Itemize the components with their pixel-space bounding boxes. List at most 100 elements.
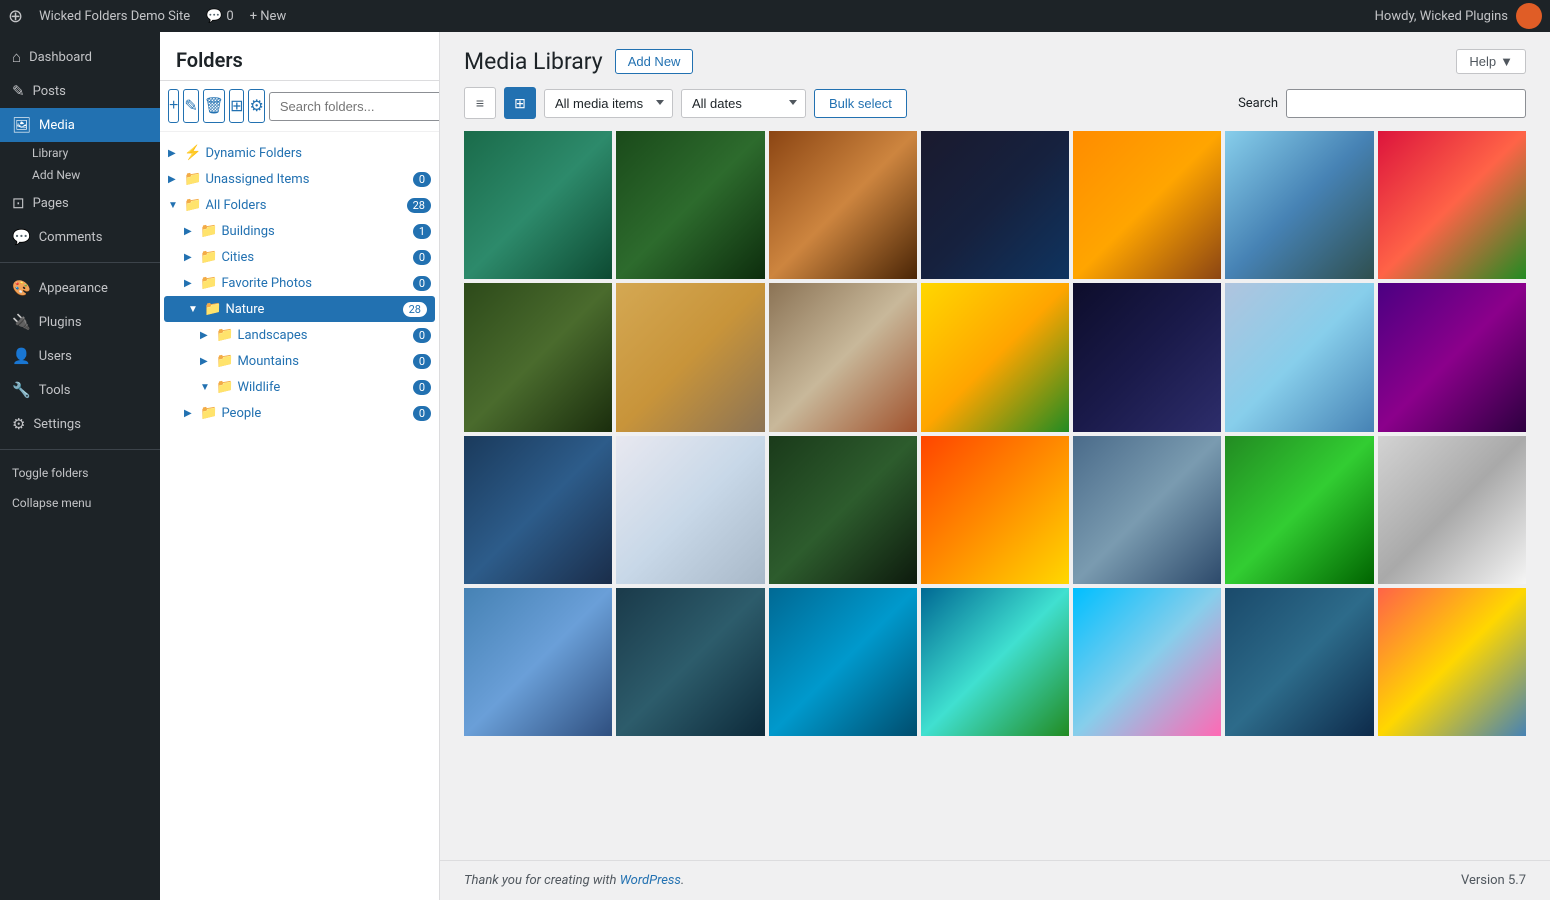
sidebar-item-library[interactable]: Library <box>0 142 160 164</box>
pages-icon: ⊡ <box>12 194 25 212</box>
media-item[interactable] <box>921 436 1069 584</box>
media-item[interactable] <box>1073 588 1221 736</box>
media-item[interactable] <box>1073 436 1221 584</box>
admin-bar: ⊕ Wicked Folders Demo Site 💬 0 + New How… <box>0 0 1550 32</box>
tree-item-landscapes[interactable]: ▶ 📁 Landscapes 0 <box>160 322 439 348</box>
grid-view-button[interactable]: ⊞ <box>504 87 536 119</box>
users-icon: 👤 <box>12 347 31 365</box>
media-item[interactable] <box>616 436 764 584</box>
sidebar-item-plugins[interactable]: 🔌 Plugins <box>0 305 160 339</box>
tree-item-unassigned[interactable]: ▶ 📁 Unassigned Items 0 <box>160 166 439 192</box>
media-item[interactable] <box>1225 283 1373 431</box>
media-item[interactable] <box>921 283 1069 431</box>
tree-item-nature[interactable]: ▼ 📁 Nature 28 <box>164 296 435 322</box>
sidebar-item-appearance[interactable]: 🎨 Appearance <box>0 271 160 305</box>
help-button[interactable]: Help ▼ <box>1456 49 1526 74</box>
wildlife-folder-icon: 📁 <box>216 379 233 395</box>
expand-arrow-icon: ▶ <box>200 356 212 367</box>
search-folders-input[interactable] <box>269 92 440 121</box>
sidebar-item-add-new[interactable]: Add New <box>0 164 160 186</box>
media-item[interactable] <box>769 436 917 584</box>
people-folder-icon: 📁 <box>200 405 217 421</box>
sidebar-item-media[interactable]: 🖼 Media <box>0 108 160 142</box>
media-item[interactable] <box>1378 131 1526 279</box>
media-item[interactable] <box>464 436 612 584</box>
media-item[interactable] <box>769 283 917 431</box>
all-folders-count-badge: 28 <box>407 198 431 213</box>
page-title: Media Library <box>464 48 603 75</box>
main-layout: ⌂ Dashboard ✎ Posts 🖼 Media Library Add … <box>0 32 1550 900</box>
folders-toolbar: + ✎ 🗑 ⊞ ⚙ <box>160 81 439 132</box>
collapse-menu-link[interactable]: Collapse menu <box>0 488 160 518</box>
grid-view-icon: ⊞ <box>514 95 526 112</box>
expand-arrow-icon: ▶ <box>168 148 180 159</box>
list-view-button[interactable]: ≡ <box>464 87 496 119</box>
expand-arrow-icon: ▶ <box>200 330 212 341</box>
delete-folder-button[interactable]: 🗑 <box>203 89 225 123</box>
sidebar-item-comments[interactable]: 💬 Comments <box>0 220 160 254</box>
media-item[interactable] <box>1225 131 1373 279</box>
add-subfolder-button[interactable]: ⊞ <box>229 89 244 123</box>
media-item[interactable] <box>464 588 612 736</box>
expand-arrow-icon: ▶ <box>184 408 196 419</box>
tree-item-wildlife[interactable]: ▼ 📁 Wildlife 0 <box>160 374 439 400</box>
media-toolbar: ≡ ⊞ All media items Images Audio Video A… <box>440 87 1550 131</box>
add-folder-button[interactable]: + <box>168 89 179 123</box>
tree-item-people[interactable]: ▶ 📁 People 0 <box>160 400 439 426</box>
sidebar-item-settings[interactable]: ⚙ Settings <box>0 407 160 441</box>
media-item[interactable] <box>1378 436 1526 584</box>
media-search-input[interactable] <box>1286 89 1526 118</box>
comments-link[interactable]: 💬 0 <box>206 9 234 24</box>
edit-folder-button[interactable]: ✎ <box>183 89 198 123</box>
media-item[interactable] <box>1225 436 1373 584</box>
expand-arrow-icon: ▶ <box>184 278 196 289</box>
content-footer: Thank you for creating with WordPress. V… <box>440 860 1550 900</box>
sidebar-item-posts[interactable]: ✎ Posts <box>0 74 160 108</box>
sidebar-item-pages[interactable]: ⊡ Pages <box>0 186 160 220</box>
tree-item-dynamic-folders[interactable]: ▶ ⚡ Dynamic Folders <box>160 140 439 166</box>
media-item[interactable] <box>1378 283 1526 431</box>
unassigned-count-badge: 0 <box>413 172 431 187</box>
add-new-button[interactable]: Add New <box>615 49 694 74</box>
sidebar-item-users[interactable]: 👤 Users <box>0 339 160 373</box>
media-item[interactable] <box>616 131 764 279</box>
user-avatar[interactable] <box>1516 3 1542 29</box>
folder-settings-button[interactable]: ⚙ <box>248 89 264 123</box>
media-item[interactable] <box>769 588 917 736</box>
posts-icon: ✎ <box>12 82 25 100</box>
tree-item-all-folders[interactable]: ▼ 📁 All Folders 28 <box>160 192 439 218</box>
sidebar-divider <box>0 262 160 263</box>
media-item[interactable] <box>1378 588 1526 736</box>
toggle-folders-link[interactable]: Toggle folders <box>0 458 160 488</box>
new-content-link[interactable]: + New <box>250 9 287 24</box>
media-item[interactable] <box>616 283 764 431</box>
chevron-down-icon: ▼ <box>1500 54 1513 69</box>
media-item[interactable] <box>1073 131 1221 279</box>
wordpress-link[interactable]: WordPress <box>620 873 681 888</box>
nature-count-badge: 28 <box>403 302 427 317</box>
sidebar-item-tools[interactable]: 🔧 Tools <box>0 373 160 407</box>
media-item[interactable] <box>616 588 764 736</box>
search-label: Search <box>1238 96 1278 111</box>
media-item[interactable] <box>921 588 1069 736</box>
media-item[interactable] <box>1073 283 1221 431</box>
tools-icon: 🔧 <box>12 381 31 399</box>
media-item[interactable] <box>921 131 1069 279</box>
media-item[interactable] <box>464 283 612 431</box>
media-type-filter[interactable]: All media items Images Audio Video <box>544 89 673 118</box>
tree-item-cities[interactable]: ▶ 📁 Cities 0 <box>160 244 439 270</box>
tree-item-mountains[interactable]: ▶ 📁 Mountains 0 <box>160 348 439 374</box>
media-item[interactable] <box>464 131 612 279</box>
tree-item-buildings[interactable]: ▶ 📁 Buildings 1 <box>160 218 439 244</box>
media-item[interactable] <box>769 131 917 279</box>
folders-panel: Folders + ✎ 🗑 ⊞ ⚙ ▶ ⚡ Dynamic Folders ▶ … <box>160 32 440 900</box>
tree-item-favorite-photos[interactable]: ▶ 📁 Favorite Photos 0 <box>160 270 439 296</box>
comments-nav-icon: 💬 <box>12 228 31 246</box>
expand-arrow-icon: ▶ <box>168 174 180 185</box>
bulk-select-button[interactable]: Bulk select <box>814 89 907 118</box>
sidebar-item-dashboard[interactable]: ⌂ Dashboard <box>0 40 160 74</box>
comments-icon: 💬 <box>206 9 222 24</box>
site-name[interactable]: Wicked Folders Demo Site <box>39 9 190 24</box>
media-item[interactable] <box>1225 588 1373 736</box>
date-filter[interactable]: All dates January 2024 February 2024 <box>681 89 806 118</box>
